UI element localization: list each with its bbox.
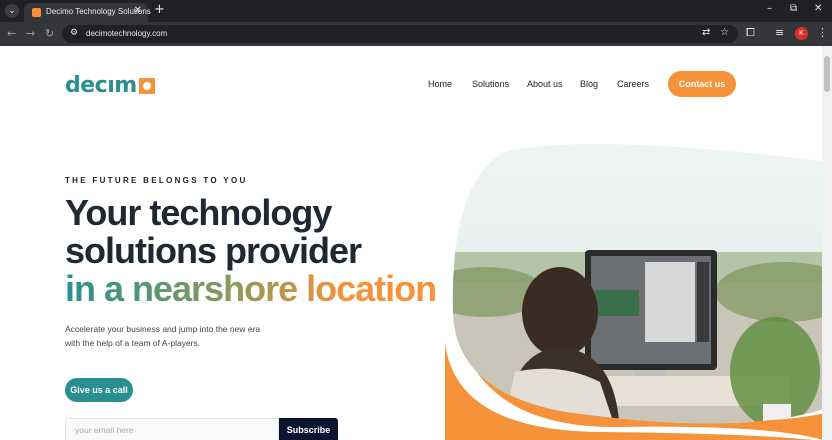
hero-eyebrow: THE FUTURE BELONGS TO YOU: [65, 176, 248, 185]
browser-tab[interactable]: Decimo Technology Solutions ✕: [24, 3, 151, 22]
close-window-icon[interactable]: ✕: [814, 3, 822, 14]
hero-description-line1: Accelerate your business and jump into t…: [65, 324, 261, 334]
media-icon[interactable]: ≡: [775, 26, 784, 39]
give-us-a-call-button[interactable]: Give us a call: [65, 378, 133, 402]
back-icon[interactable]: ←: [7, 27, 16, 40]
menu-icon[interactable]: ⋮: [817, 26, 828, 39]
logo-text: decım: [65, 73, 137, 98]
forward-icon[interactable]: →: [26, 27, 35, 40]
hero-title-line2: solutions provider: [65, 230, 362, 271]
site-logo[interactable]: decım: [65, 73, 155, 98]
hero-title-line1: Your technology: [65, 192, 332, 233]
nav-careers[interactable]: Careers: [617, 79, 649, 89]
logo-square-icon: [138, 78, 155, 94]
tab-search-icon[interactable]: ⌄: [5, 4, 19, 18]
browser-toolbar: ← → ↻ ⚙ decimotechnology.com ⇄ ☆ ⧠ ≡ K ⋮: [0, 22, 832, 46]
address-bar[interactable]: ⚙ decimotechnology.com ⇄ ☆: [62, 25, 738, 43]
site-favicon-icon: [32, 8, 41, 17]
email-input[interactable]: your email here: [65, 418, 279, 440]
browser-tab-strip: ⌄ Decimo Technology Solutions ✕ + – ⧉ ✕: [0, 0, 832, 22]
restore-icon[interactable]: ⧉: [790, 3, 797, 14]
nav-home[interactable]: Home: [428, 79, 452, 89]
minimize-icon[interactable]: –: [767, 3, 772, 14]
nav-blog[interactable]: Blog: [580, 79, 598, 89]
site-info-icon[interactable]: ⚙: [70, 28, 78, 38]
url-text[interactable]: decimotechnology.com: [86, 29, 167, 38]
hero-title-line3: in a nearshore location: [65, 268, 437, 309]
bookmark-star-icon[interactable]: ☆: [720, 27, 729, 38]
hero-description-line2: with the help of a team of A-players.: [65, 338, 201, 348]
nav-about-us[interactable]: About us: [527, 79, 563, 89]
hero-image: [445, 144, 830, 440]
translate-icon[interactable]: ⇄: [702, 27, 710, 38]
profile-avatar[interactable]: K: [795, 27, 808, 40]
new-tab-icon[interactable]: +: [154, 2, 165, 17]
extensions-icon[interactable]: ⧠: [746, 26, 755, 40]
nav-solutions[interactable]: Solutions: [472, 79, 509, 89]
scrollbar-thumb[interactable]: [824, 56, 830, 92]
tab-close-icon[interactable]: ✕: [134, 5, 142, 16]
web-page: decım Home Solutions About us Blog Caree…: [0, 46, 832, 440]
subscribe-button[interactable]: Subscribe: [279, 418, 338, 440]
reload-icon[interactable]: ↻: [45, 27, 54, 40]
contact-us-button[interactable]: Contact us: [668, 71, 736, 97]
page-scrollbar[interactable]: [822, 46, 832, 440]
